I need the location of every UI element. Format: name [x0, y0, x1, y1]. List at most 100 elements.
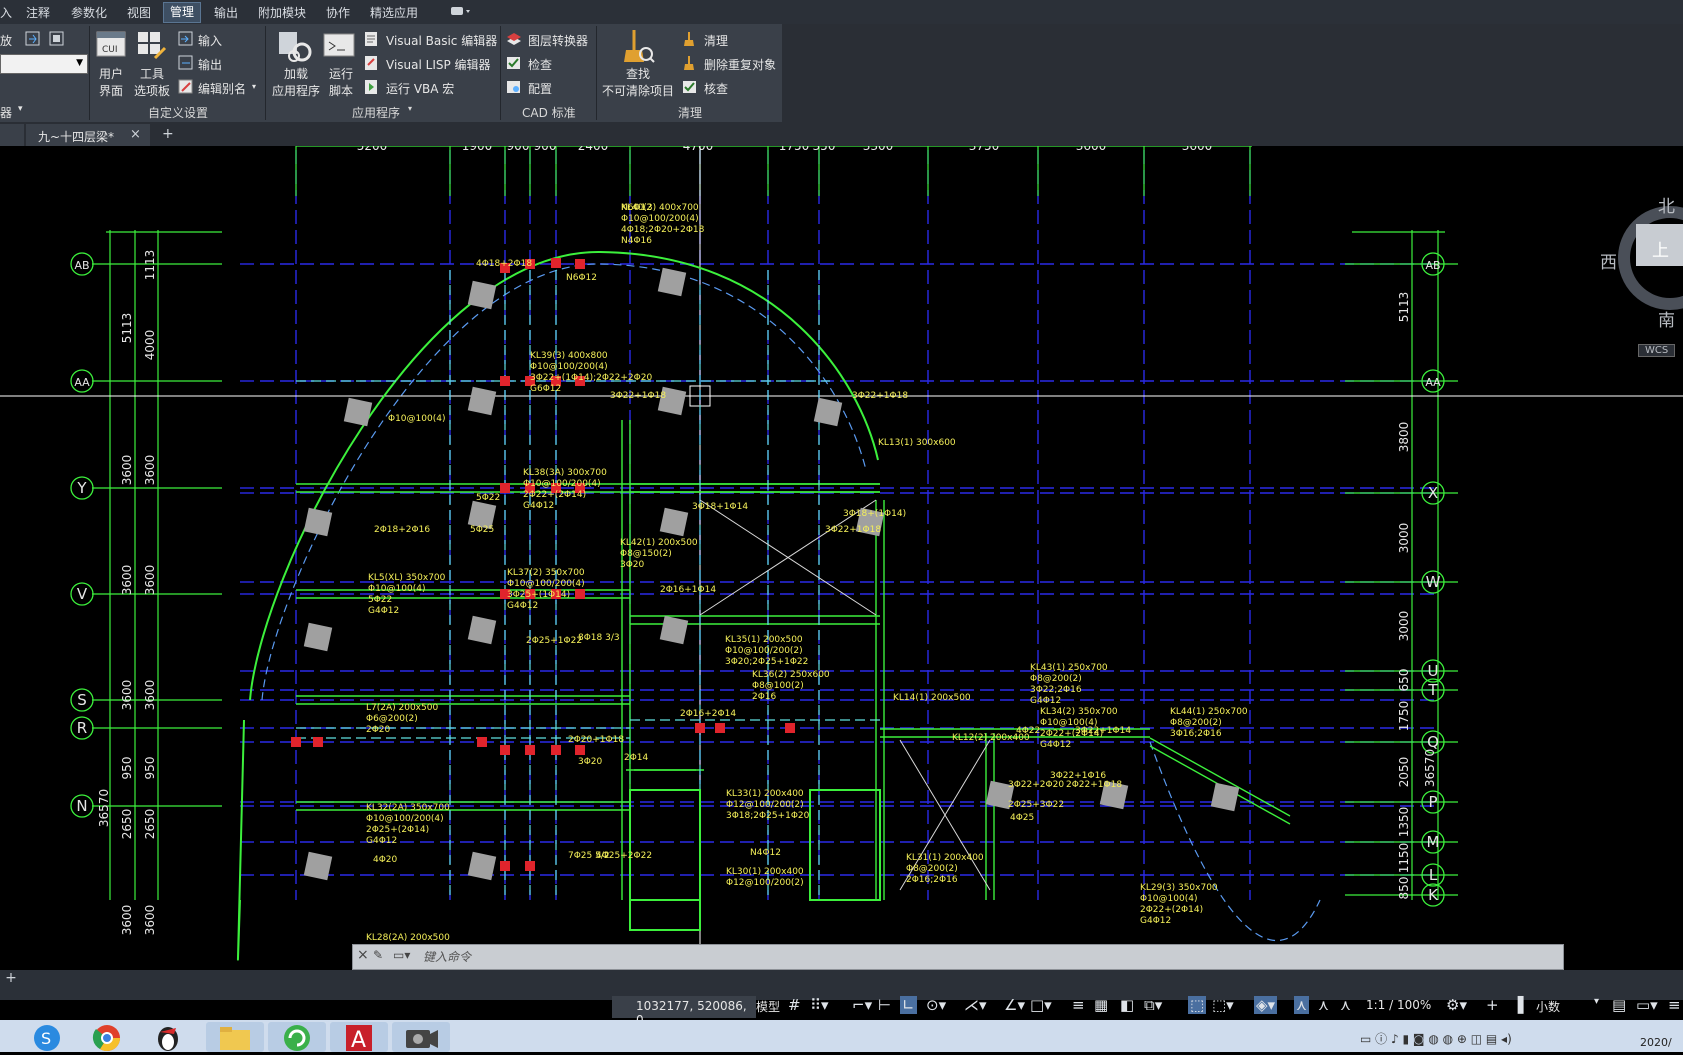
run-vba-button[interactable]: 运行 VBA 宏	[386, 80, 454, 97]
units-icon[interactable]: ▐	[1512, 996, 1524, 1014]
annotation-scale-icon[interactable]: ⋏	[1340, 996, 1351, 1014]
auto-scale-icon[interactable]: ⋏	[1318, 996, 1329, 1014]
menu-output[interactable]: 输出	[214, 4, 238, 21]
purge-button[interactable]: 清理	[704, 32, 728, 49]
audit-button[interactable]: 核查	[704, 80, 728, 97]
close-command-icon[interactable]: ×	[357, 947, 369, 963]
system-tray-icons[interactable]: ▭ ⓘ ♪ ▮ ◙ ◍ ◍ ⊕ ◫ ▤ ◂)	[1360, 1030, 1512, 1047]
viewcube[interactable]: 北 西 上 南 WCS	[1600, 186, 1683, 366]
panel-expand-icon[interactable]: ▾	[18, 104, 23, 114]
partial-tool-icons[interactable]	[24, 30, 68, 48]
lisp-editor-button[interactable]: Visual LISP 编辑器	[386, 56, 491, 73]
transparency-icon[interactable]: ▦	[1094, 996, 1108, 1014]
new-tab-button[interactable]: +	[162, 126, 174, 142]
wrench-icon[interactable]: ✎	[373, 948, 383, 962]
vb-editor-button[interactable]: Visual Basic 编辑器	[386, 32, 497, 49]
annotation-scale-dropdown[interactable]: 1:1 / 100%	[1366, 998, 1431, 1012]
drawing-canvas[interactable]: 5200 1900 900 900 2400 4700 1750 350 3300 3750 360…	[0, 146, 1683, 970]
close-tab-icon[interactable]: ×	[130, 127, 141, 142]
dynamic-ucs-icon[interactable]: ⬚	[1188, 996, 1207, 1014]
polar-tracking-icon[interactable]: ⊙▾	[926, 996, 946, 1014]
menu-parametric[interactable]: 参数化	[71, 4, 107, 21]
load-application-button[interactable]	[276, 30, 314, 64]
gizmo-icon[interactable]: ◈▾	[1254, 996, 1278, 1014]
chrome-app[interactable]	[90, 1022, 124, 1052]
ortho-icon[interactable]: ∟	[900, 996, 917, 1014]
user-interface-label[interactable]: 用户 界面	[96, 66, 126, 100]
command-line[interactable]: × ✎ ▭▾ 键入命令	[352, 944, 1564, 970]
export-button[interactable]: 输出	[198, 56, 222, 73]
ribbon-options-dropdown[interactable]	[450, 4, 472, 21]
model-space-button[interactable]: 模型	[756, 998, 780, 1015]
green-app[interactable]	[268, 1022, 326, 1052]
import-button[interactable]: 输入	[198, 32, 222, 49]
coordinates-readout[interactable]: 1032177, 520086, 0	[612, 996, 756, 1027]
viewcube-top[interactable]: 上	[1652, 236, 1669, 261]
menu-insert[interactable]: 入	[0, 4, 12, 21]
left-dimension-text: 3600	[143, 565, 157, 596]
taskbar-clock[interactable]: 2020/	[1640, 1036, 1672, 1049]
menu-addins[interactable]: 附加模块	[258, 4, 306, 21]
beam-annotation: 2Φ14	[624, 753, 649, 763]
menu-manage[interactable]: 管理	[163, 2, 202, 23]
annotation-monitor-icon[interactable]: +	[1486, 996, 1499, 1014]
qq-app[interactable]	[150, 1022, 186, 1052]
run-script-label[interactable]: 运行 脚本	[324, 66, 358, 100]
customize-status-icon[interactable]: ≡	[1668, 996, 1681, 1014]
file-explorer-app[interactable]	[206, 1022, 264, 1052]
screen-recorder-app[interactable]	[392, 1022, 450, 1052]
units-dropdown-chevron-icon[interactable]: ▾	[1594, 996, 1599, 1007]
partial-dropdown[interactable]: ▼	[0, 54, 88, 74]
column-red	[715, 723, 725, 733]
wcs-menu[interactable]: WCS	[1638, 344, 1676, 357]
viewcube-north[interactable]: 北	[1658, 192, 1675, 217]
check-standards-button[interactable]: 检查	[528, 56, 552, 73]
load-application-label[interactable]: 加载 应用程序	[266, 66, 326, 100]
workspace-gear-icon[interactable]: ⚙▾	[1446, 996, 1467, 1014]
quick-properties-icon[interactable]: ▤	[1612, 996, 1626, 1014]
dynamic-input-icon[interactable]: ⊢	[878, 996, 891, 1014]
command-input[interactable]: 键入命令	[423, 948, 471, 965]
selection-filter-icon[interactable]: ⬚▾	[1212, 996, 1234, 1014]
user-interface-button[interactable]: CUI	[94, 30, 128, 60]
tool-palettes-button[interactable]	[135, 30, 169, 62]
snap-icon[interactable]: ⠿▾	[810, 996, 829, 1014]
3d-osnap-icon[interactable]: ⧉▾	[1144, 996, 1162, 1014]
drawing-tab[interactable]: 九~十四层梁* ×	[26, 124, 150, 146]
layer-translator-button[interactable]: 图层转换器	[528, 32, 588, 49]
start-tab[interactable]	[0, 124, 24, 146]
units-dropdown[interactable]: 小数	[1536, 998, 1560, 1015]
overkill-button[interactable]: 删除重复对象	[704, 56, 776, 73]
object-snap-tracking-icon[interactable]: ∠▾	[1004, 996, 1025, 1014]
ribbon-put-label[interactable]: 放	[0, 32, 12, 49]
viewcube-west[interactable]: 西	[1600, 248, 1617, 273]
viewcube-south[interactable]: 南	[1658, 306, 1675, 331]
find-non-purgeable-label[interactable]: 查找 不可清除项目	[600, 66, 676, 100]
find-non-purgeable-button[interactable]	[622, 28, 656, 64]
edit-alias-dropdown-icon[interactable]: ▾	[252, 82, 256, 91]
autocad-app[interactable]: A	[330, 1022, 388, 1053]
run-script-button[interactable]	[323, 32, 357, 58]
grid-icon[interactable]: #	[788, 996, 801, 1014]
layout-add-button[interactable]: +	[0, 970, 22, 990]
top-dimension-text: 3600	[1076, 146, 1107, 153]
tool-palettes-label[interactable]: 工具 选项板	[131, 66, 173, 100]
menu-view[interactable]: 视图	[127, 4, 151, 21]
edit-alias-button[interactable]: 编辑别名	[198, 80, 246, 97]
lineweight-icon[interactable]: ≡	[1072, 996, 1085, 1014]
command-history-icon[interactable]: ▭▾	[393, 948, 410, 962]
menu-collaborate[interactable]: 协作	[326, 4, 350, 21]
selection-cycling-icon[interactable]: ◧	[1120, 996, 1134, 1014]
annotation-visibility-icon[interactable]: ⋏	[1294, 996, 1309, 1014]
isometric-icon[interactable]: ⋌▾	[964, 996, 987, 1014]
menu-annotate[interactable]: 注释	[26, 4, 50, 21]
sogou-app[interactable]: S	[30, 1022, 64, 1052]
drawing-tab-label: 九~十四层梁*	[38, 130, 115, 144]
lock-ui-icon[interactable]: ▭▾	[1636, 996, 1658, 1014]
structural-plan-drawing[interactable]: 5200 1900 900 900 2400 4700 1750 350 3300 3750 360…	[0, 146, 1683, 970]
object-snap-icon[interactable]: □▾	[1030, 996, 1052, 1014]
applications-panel-expand-icon[interactable]: ▾	[408, 104, 412, 113]
menu-featured-apps[interactable]: 精选应用	[370, 4, 418, 21]
infer-constraints-icon[interactable]: ⌐▾	[852, 996, 872, 1014]
configure-standards-button[interactable]: 配置	[528, 80, 552, 97]
